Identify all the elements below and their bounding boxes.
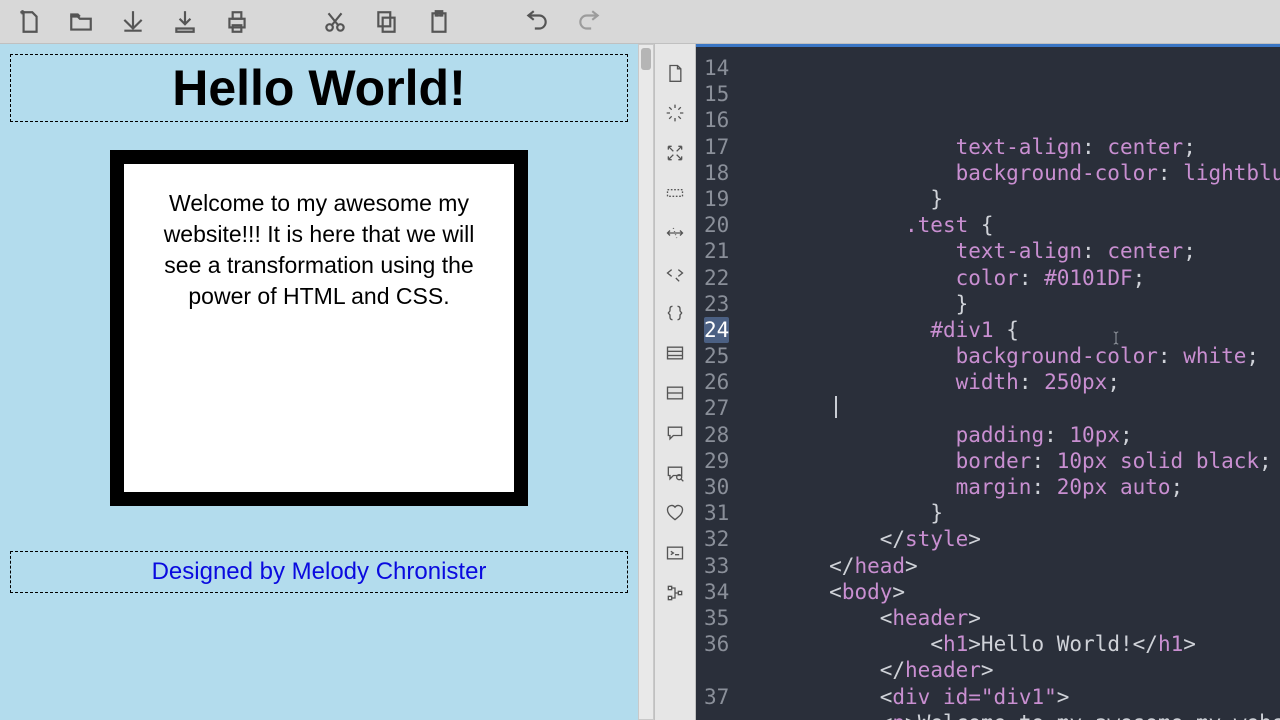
preview-footer-text: Designed by Melody Chronister [152,558,487,585]
panel1-icon[interactable] [664,342,686,364]
width-icon[interactable] [664,222,686,244]
preview-header: Hello World! [10,54,628,122]
tree-icon[interactable] [664,582,686,604]
preview-heading: Hello World! [17,59,621,117]
undo-icon[interactable] [524,9,550,35]
save-as-icon[interactable] [172,9,198,35]
paste-icon[interactable] [426,9,452,35]
vertical-toolstrip [654,44,696,720]
page-icon[interactable] [664,62,686,84]
preview-footer: Designed by Melody Chronister [10,551,628,593]
open-icon[interactable] [68,9,94,35]
panel2-icon[interactable] [664,382,686,404]
copy-icon[interactable] [374,9,400,35]
expand-icon[interactable] [664,142,686,164]
code-editor[interactable]: 1415161718192021222324252627282930313233… [696,44,1280,720]
preview-pane: Hello World! Welcome to my awesome my we… [0,44,638,720]
print-icon[interactable] [224,9,250,35]
heart-icon[interactable] [664,502,686,524]
save-icon[interactable] [120,9,146,35]
terminal-icon[interactable] [664,542,686,564]
text-cursor-icon [1107,327,1125,353]
scroll-thumb[interactable] [641,48,651,70]
code-area[interactable]: text-align: center; background-color: li… [739,47,1280,720]
comment-icon[interactable] [664,422,686,444]
redo-icon[interactable] [576,9,602,35]
preview-card: Welcome to my awesome my website!!! It i… [110,150,528,506]
braces-icon[interactable] [664,302,686,324]
code-pick-icon[interactable] [664,262,686,284]
main-toolbar [0,0,1280,44]
preview-scrollbar[interactable] [638,44,654,720]
new-file-icon[interactable] [16,9,42,35]
wand-icon[interactable] [664,102,686,124]
cut-icon[interactable] [322,9,348,35]
search-comment-icon[interactable] [664,462,686,484]
ruler-icon[interactable] [664,182,686,204]
line-gutter: 1415161718192021222324252627282930313233… [696,47,739,720]
preview-paragraph: Welcome to my awesome my website!!! It i… [142,188,496,312]
